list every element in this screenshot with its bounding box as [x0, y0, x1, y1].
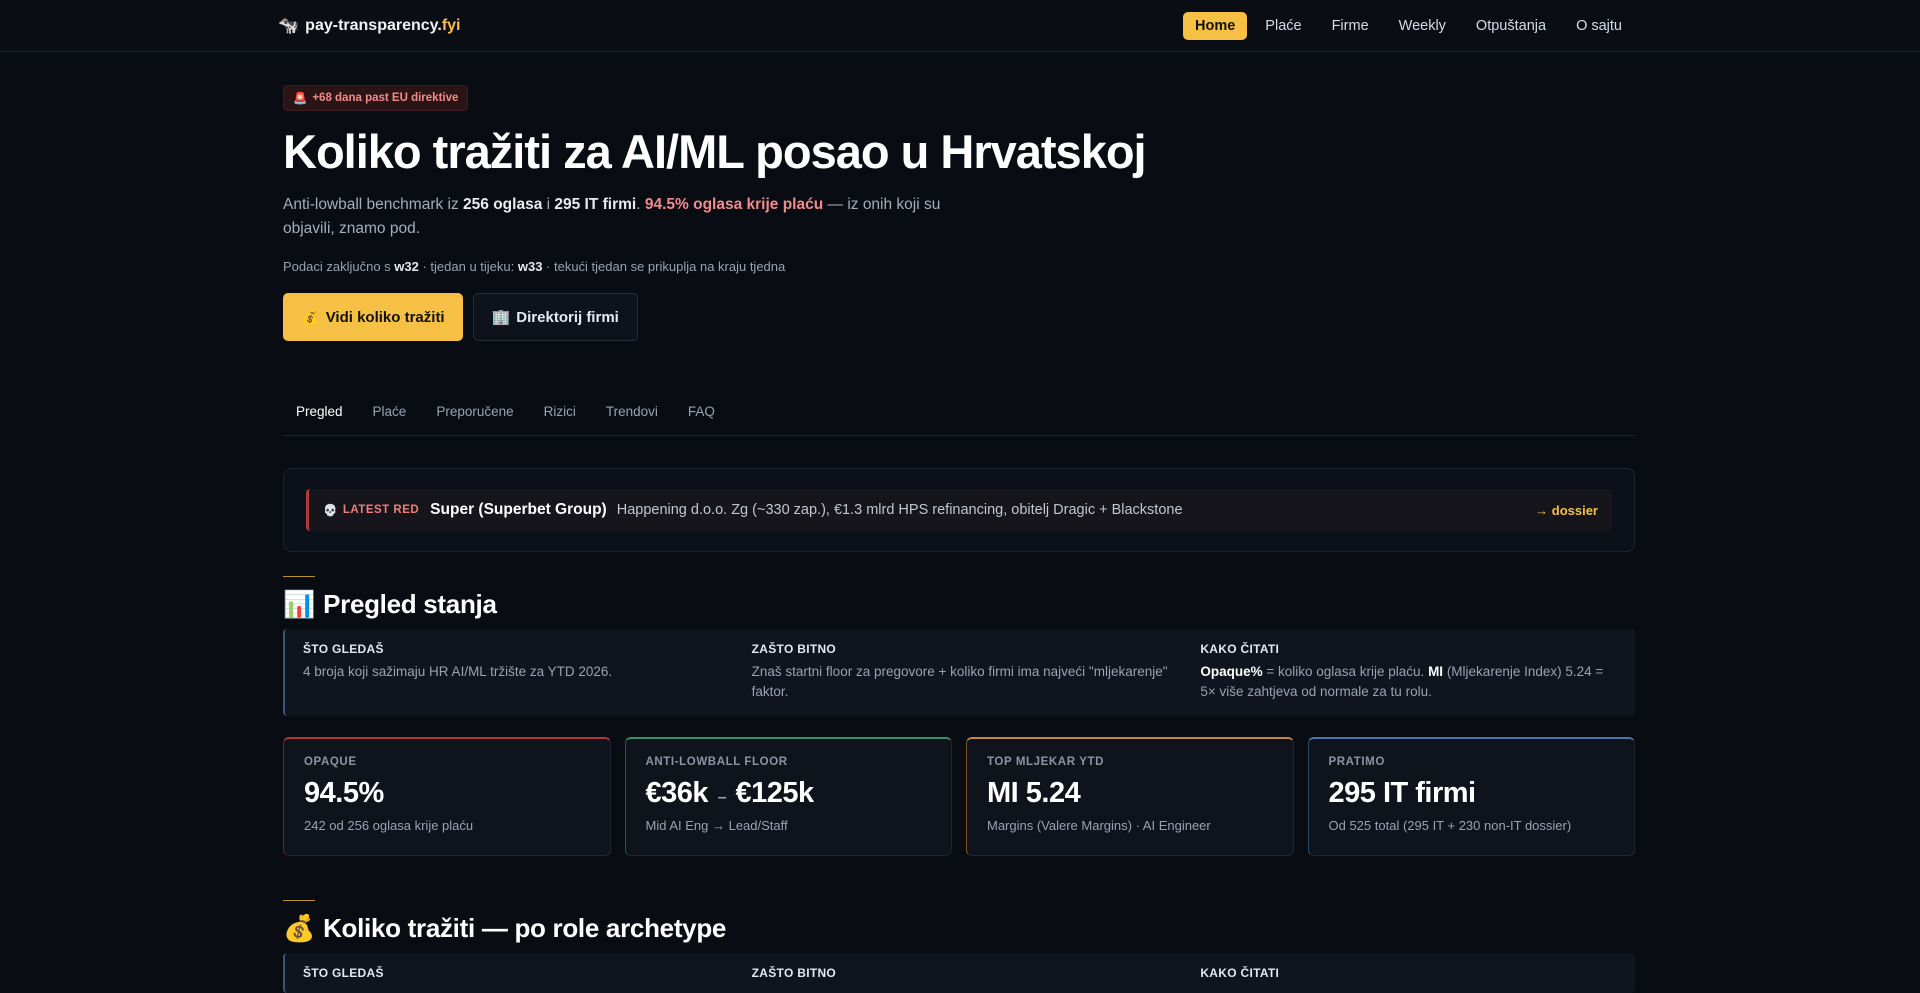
overview-title: 📊 Pregled stanja: [283, 589, 1635, 620]
explainer-head: ŠTO GLEDAŠ: [303, 642, 384, 657]
nav-otpustanja[interactable]: Otpuštanja: [1464, 12, 1558, 40]
kpi-sub: Od 525 total (295 IT + 230 non-IT dossie…: [1328, 818, 1572, 834]
meta-week-current: w33: [517, 259, 543, 275]
explainer-body: Znaš startni floor za pregovore + koliko…: [751, 664, 1168, 700]
kpi-label: TOP MLJEKAR YTD: [987, 756, 1104, 769]
kpi-value-low: €36k: [645, 777, 709, 810]
kpi-label: ANTI-LOWBALL FLOOR: [645, 756, 788, 769]
logo-tld: fyi: [441, 16, 461, 34]
latest-red-card: 💀 LATEST RED Super (Superbet Group) Happ…: [283, 468, 1635, 553]
meta-text: Podaci zaključno s: [283, 259, 395, 275]
tab-trendovi[interactable]: Trendovi: [593, 401, 671, 422]
section-tabs: Pregled Plaće Preporučene Rizici Trendov…: [283, 401, 1635, 437]
sub-text: Anti-lowball benchmark iz: [283, 196, 464, 214]
main-nav: Home Plaće Firme Weekly Otpuštanja O saj…: [1183, 11, 1634, 40]
nav-weekly[interactable]: Weekly: [1387, 12, 1458, 40]
kpi-sub: 242 od 256 oglasa krije plaću: [304, 818, 474, 834]
kpi-card-pratimo: PRATIMO 295 IT firmi Od 525 total (295 I…: [1307, 737, 1635, 857]
skull-icon: 💀: [323, 505, 338, 518]
explainer-head: KAKO ČITATI: [1200, 642, 1280, 657]
explainer-body: Opaque% = koliko oglasa krije plaću. MI …: [1200, 662, 1617, 702]
salary-explainer: ŠTO GLEDAŠ ZAŠTO BITNO KAKO ČITATI: [283, 953, 1635, 993]
salary-section-title: 💰 Koliko tražiti — po role archetype: [283, 913, 1635, 944]
kpi-card-top-mljekar: TOP MLJEKAR YTD MI 5.24 Margins (Valere …: [966, 737, 1294, 857]
kpi-label: OPAQUE: [304, 756, 357, 769]
data-freshness-note: Podaci zaključno s w32 · tjedan u tijeku…: [283, 259, 1635, 274]
latest-company-name: Super (Superbet Group): [430, 501, 607, 519]
latest-red-banner[interactable]: 💀 LATEST RED Super (Superbet Group) Happ…: [306, 489, 1612, 532]
kpi-value: MI 5.24: [987, 777, 1081, 810]
money-bag-icon: 💰: [301, 309, 320, 327]
kpi-card-opaque: OPAQUE 94.5% 242 od 256 oglasa krije pla…: [283, 737, 611, 857]
explainer-why: ZAŠTO BITNO Znaš startni floor za pregov…: [752, 642, 1169, 702]
explainer-head: ZAŠTO BITNO: [751, 966, 837, 981]
section-divider: [283, 900, 315, 902]
kpi-value: 94.5%: [304, 777, 384, 810]
sub-text: .: [636, 196, 645, 214]
tab-faq[interactable]: FAQ: [675, 401, 728, 422]
siren-icon: 🚨: [293, 93, 308, 105]
money-bag-icon: 💰: [283, 913, 316, 944]
button-label: Direktorij firmi: [516, 308, 619, 326]
company-directory-button[interactable]: 🏢 Direktorij firmi: [472, 293, 638, 342]
latest-company-desc: Happening d.o.o. Zg (~330 zap.), €1.3 ml…: [616, 502, 1183, 519]
tab-preporucene[interactable]: Preporučene: [423, 401, 526, 422]
sub-text: i: [542, 196, 555, 214]
bar-chart-icon: 📊: [283, 589, 316, 620]
section-title-text: Koliko tražiti — po role archetype: [323, 913, 727, 944]
term-def: = koliko oglasa krije plaću.: [1262, 664, 1429, 680]
dossier-link[interactable]: → dossier: [1535, 503, 1598, 518]
nav-o-sajtu[interactable]: O sajtu: [1564, 12, 1634, 40]
section-divider: [283, 576, 315, 578]
kpi-value: 295 IT firmi: [1328, 777, 1477, 810]
nav-place[interactable]: Plaće: [1253, 12, 1313, 40]
page-title: Koliko tražiti za AI/ML posao u Hrvatsko…: [283, 125, 1147, 178]
kpi-grid: OPAQUE 94.5% 242 od 256 oglasa krije pla…: [283, 737, 1635, 857]
sub-firms-count: 295 IT firmi: [554, 196, 637, 214]
logo-name: pay-transparency.: [305, 16, 442, 34]
cow-icon: 🐄: [278, 15, 300, 35]
top-navbar: 🐄 pay-transparency.fyi Home Plaće Firme …: [0, 0, 1920, 52]
meta-text: · tjedan u tijeku:: [418, 259, 518, 275]
tab-pregled[interactable]: Pregled: [283, 401, 356, 422]
explainer-head: KAKO ČITATI: [1200, 966, 1280, 981]
kpi-sub: Margins (Valere Margins) · AI Engineer: [987, 818, 1211, 834]
kpi-value-sep: –: [717, 789, 727, 807]
term-mi: MI: [1428, 664, 1444, 680]
main-content: 🚨 +68 dana past EU direktive Koliko traž…: [283, 52, 1635, 993]
meta-week-closed: w32: [394, 259, 419, 275]
site-logo[interactable]: 🐄 pay-transparency.fyi: [278, 16, 461, 36]
tab-rizici[interactable]: Rizici: [531, 401, 589, 422]
nav-firme[interactable]: Firme: [1320, 12, 1381, 40]
term-opaque: Opaque%: [1200, 664, 1263, 680]
office-building-icon: 🏢: [491, 309, 511, 327]
sub-ads-count: 256 oglasa: [463, 196, 543, 214]
overview-explainer: ŠTO GLEDAŠ 4 broja koji sažimaju HR AI/M…: [283, 629, 1635, 717]
badge-text: +68 dana past EU direktive: [312, 92, 459, 104]
explainer-how: KAKO ČITATI Opaque% = koliko oglasa krij…: [1200, 642, 1617, 702]
kpi-value-high: €125k: [735, 777, 815, 810]
explainer-head: ŠTO GLEDAŠ: [303, 966, 384, 981]
cta-row: 💰 Vidi koliko tražiti 🏢 Direktorij firmi: [283, 293, 1635, 342]
latest-red-tag: 💀 LATEST RED: [323, 503, 419, 517]
sub-highlight: 94.5% oglasa krije plaću: [644, 196, 824, 214]
explainer-head: ZAŠTO BITNO: [751, 642, 837, 657]
kpi-label: PRATIMO: [1328, 756, 1385, 769]
latest-tag-text: LATEST RED: [342, 504, 420, 517]
nav-home[interactable]: Home: [1183, 11, 1248, 40]
see-how-much-button[interactable]: 💰 Vidi koliko tražiti: [283, 293, 463, 342]
tab-place[interactable]: Plaće: [360, 401, 420, 422]
eu-directive-badge: 🚨 +68 dana past EU direktive: [283, 85, 469, 111]
meta-text: · tekući tjedan se prikuplja na kraju tj…: [542, 259, 786, 275]
button-label: Vidi koliko tražiti: [325, 308, 445, 326]
hero-subtitle: Anti-lowball benchmark iz 256 oglasa i 2…: [283, 193, 983, 241]
kpi-sub: Mid AI Eng → Lead/Staff: [645, 818, 788, 834]
explainer-what: ŠTO GLEDAŠ 4 broja koji sažimaju HR AI/M…: [303, 642, 720, 702]
section-title-text: Pregled stanja: [323, 589, 497, 620]
kpi-card-floor: ANTI-LOWBALL FLOOR €36k – €125k Mid AI E…: [624, 737, 952, 857]
kpi-value: €36k – €125k: [646, 777, 932, 810]
explainer-body: 4 broja koji sažimaju HR AI/ML tržište z…: [303, 664, 613, 680]
